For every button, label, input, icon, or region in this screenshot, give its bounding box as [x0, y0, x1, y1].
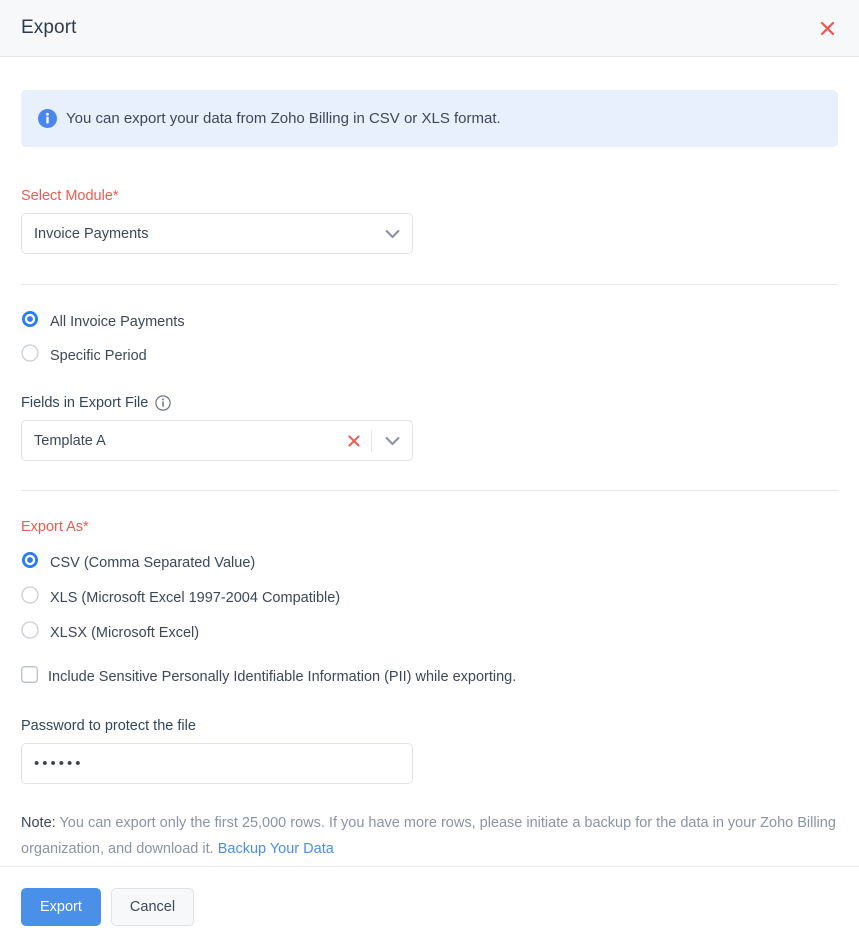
module-select[interactable]: Invoice Payments: [21, 213, 413, 254]
export-dialog: Export You can export your data from Zoh…: [0, 0, 859, 947]
checkbox-unchecked-icon: [21, 666, 38, 688]
module-select-value: Invoice Payments: [34, 226, 372, 242]
cancel-button[interactable]: Cancel: [111, 888, 194, 926]
radio-xls[interactable]: XLS (Microsoft Excel 1997-2004 Compatibl…: [21, 586, 838, 609]
radio-all-invoice-payments[interactable]: All Invoice Payments: [21, 310, 838, 333]
fields-in-export-file-label: Fields in Export File: [21, 395, 148, 411]
close-icon[interactable]: [814, 15, 840, 41]
fields-template-select[interactable]: Template A: [21, 420, 413, 461]
radio-unselected-icon: [21, 344, 39, 367]
dialog-header: Export: [0, 0, 859, 57]
radio-xlsx[interactable]: XLSX (Microsoft Excel): [21, 621, 838, 644]
dialog-body: You can export your data from Zoho Billi…: [0, 57, 859, 866]
note-text: Note: You can export only the first 25,0…: [21, 810, 838, 862]
info-circle-filled-icon: [38, 109, 57, 128]
note-label: Note:: [21, 815, 56, 831]
dialog-footer: Export Cancel: [0, 866, 859, 947]
radio-label: Specific Period: [50, 348, 147, 364]
radio-specific-period[interactable]: Specific Period: [21, 344, 838, 367]
backup-your-data-link[interactable]: Backup Your Data: [218, 841, 334, 857]
radio-label: CSV (Comma Separated Value): [50, 555, 255, 571]
export-button[interactable]: Export: [21, 888, 101, 926]
radio-unselected-icon: [21, 621, 39, 644]
checkbox-label: Include Sensitive Personally Identifiabl…: [48, 669, 516, 685]
radio-selected-icon: [21, 551, 39, 574]
password-input[interactable]: ••••••: [34, 755, 84, 772]
info-banner-text: You can export your data from Zoho Billi…: [66, 110, 501, 127]
radio-label: XLS (Microsoft Excel 1997-2004 Compatibl…: [50, 590, 340, 606]
page-title: Export: [21, 17, 77, 39]
radio-unselected-icon: [21, 586, 39, 609]
info-circle-outline-icon[interactable]: [155, 395, 171, 411]
chevron-down-icon: [372, 229, 412, 239]
select-module-label: Select Module*: [21, 188, 838, 204]
password-label: Password to protect the file: [21, 718, 838, 734]
radio-selected-icon: [21, 310, 39, 333]
chevron-down-icon[interactable]: [372, 436, 412, 446]
export-as-label: Export As*: [21, 519, 838, 535]
radio-csv[interactable]: CSV (Comma Separated Value): [21, 551, 838, 574]
note-body: You can export only the first 25,000 row…: [21, 815, 836, 857]
info-banner: You can export your data from Zoho Billi…: [21, 90, 838, 147]
checkbox-include-pii[interactable]: Include Sensitive Personally Identifiabl…: [21, 666, 838, 688]
fields-in-export-file-label-row: Fields in Export File: [21, 395, 838, 411]
clear-x-icon[interactable]: [337, 434, 371, 448]
password-field[interactable]: ••••••: [21, 743, 413, 784]
fields-template-value: Template A: [34, 433, 337, 449]
divider-2: [21, 490, 838, 491]
radio-label: All Invoice Payments: [50, 314, 185, 330]
radio-label: XLSX (Microsoft Excel): [50, 625, 199, 641]
divider-1: [21, 284, 838, 285]
